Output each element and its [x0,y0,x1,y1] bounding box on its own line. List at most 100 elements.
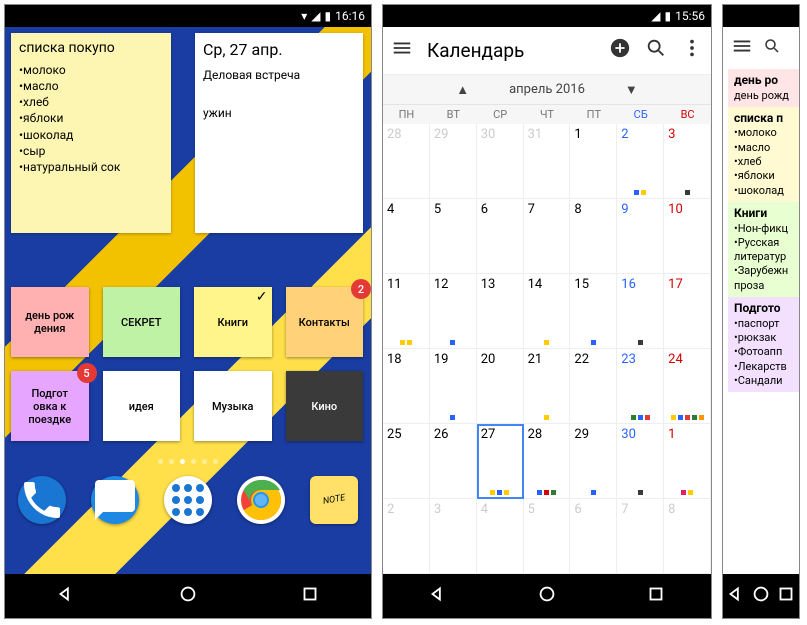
note-tile[interactable]: день рож дения [11,287,89,357]
note-tile[interactable]: Кино [286,371,364,441]
calendar-cell[interactable]: 5 [430,199,477,274]
calendar-cell[interactable]: 24 [664,349,711,424]
weekday-header: ПНВТСРЧТПТСБВС [383,105,711,124]
calendar-cell[interactable]: 14 [524,274,571,349]
note-item[interactable]: списка п•молоко•масло•хлеб•яблоки•шокола… [723,107,799,202]
badge: 5 [77,363,97,383]
add-icon[interactable] [609,37,631,64]
note-tile[interactable]: СЕКРЕТ [103,287,181,357]
overflow-icon[interactable] [681,37,703,64]
note-item[interactable]: Книги•Нон-фикц•Русскаялитератур•Зарубежн… [723,202,799,297]
calendar-cell[interactable]: 29 [430,124,477,199]
note-tile[interactable]: Контакты2 [286,287,364,357]
nav-back-icon[interactable] [55,583,77,609]
day-number: 5 [528,502,570,517]
calendar-cell[interactable]: 28 [383,124,430,199]
calendar-cell[interactable]: 1 [570,124,617,199]
prev-month-icon[interactable]: ▲ [456,82,469,98]
calendar-cell[interactable]: 5 [524,499,571,574]
messages-app-icon[interactable] [91,476,139,524]
signal-icon: ◢ [651,9,660,23]
home-screen[interactable]: списка покупо •молоко•масло•хлеб•яблоки•… [5,27,371,574]
calendar-cell[interactable]: 9 [617,199,664,274]
note-tile[interactable]: Книги✓ [194,287,272,357]
note-line: день рожд [734,89,795,103]
calendar-cell[interactable]: 6 [477,199,524,274]
calendar-cell[interactable]: 22 [570,349,617,424]
calendar-cell[interactable]: 11 [383,274,430,349]
nav-back-icon[interactable] [427,583,449,609]
nav-home-icon[interactable] [750,583,772,609]
status-bar [723,5,799,27]
calendar-cell[interactable]: 21 [524,349,571,424]
calendar-cell[interactable]: 4 [383,199,430,274]
nav-recent-icon[interactable] [299,583,321,609]
day-number: 8 [668,502,710,517]
calendar-cell[interactable]: 13 [477,274,524,349]
nav-back-icon[interactable] [725,583,747,609]
calendar-cell[interactable]: 3 [664,124,711,199]
calendar-cell[interactable]: 26 [430,424,477,499]
calendar-cell[interactable]: 30 [617,424,664,499]
weekday-label: ПТ [570,108,617,121]
widget-shopping-note[interactable]: списка покупо •молоко•масло•хлеб•яблоки•… [11,33,171,233]
phone-app-icon[interactable] [18,476,66,524]
calendar-cell[interactable]: 7 [524,199,571,274]
menu-icon[interactable] [391,37,413,64]
calendar-cell[interactable]: 8 [570,199,617,274]
calendar-cell[interactable]: 28 [524,424,571,499]
calendar-cell[interactable]: 1 [664,424,711,499]
menu-icon[interactable] [731,35,753,61]
nav-home-icon[interactable] [536,583,558,609]
calendar-cell[interactable]: 20 [477,349,524,424]
calendar-cell[interactable]: 30 [477,124,524,199]
app-bar [723,27,799,69]
calendar-cell[interactable]: 29 [570,424,617,499]
calendar-cell[interactable]: 15 [570,274,617,349]
next-month-icon[interactable]: ▼ [625,82,638,98]
note-line: •Фотоапп [734,345,795,359]
status-bar: ◢ ▮ 15:56 [383,5,711,27]
calendar-cell[interactable]: 6 [570,499,617,574]
page-indicator[interactable] [5,459,371,464]
calendar-cell[interactable]: 18 [383,349,430,424]
search-icon[interactable] [763,37,781,59]
day-number: 8 [574,202,616,217]
note-item[interactable]: Подгото•паспорт•рюкзак•Фотоапп•Лекарств•… [723,297,799,392]
event-dots [664,415,710,420]
calendar-cell[interactable]: 23 [617,349,664,424]
calendar-cell[interactable]: 16 [617,274,664,349]
nav-bar [383,574,711,618]
calendar-cell[interactable]: 12 [430,274,477,349]
calendar-cell[interactable]: 2 [617,124,664,199]
search-icon[interactable] [645,37,667,64]
note-item[interactable]: день родень рожд [723,69,799,107]
calendar-cell[interactable]: 31 [524,124,571,199]
calendar-cell[interactable]: 27 [477,424,524,499]
calendar-cell[interactable]: 17 [664,274,711,349]
calendar-cell[interactable]: 3 [430,499,477,574]
calendar-cell[interactable]: 8 [664,499,711,574]
chrome-app-icon[interactable] [237,476,285,524]
app-drawer-icon[interactable] [164,476,212,524]
nav-recent-icon[interactable] [645,583,667,609]
calendar-cell[interactable]: 10 [664,199,711,274]
note-tile[interactable]: Музыка [194,371,272,441]
calendar-cell[interactable]: 19 [430,349,477,424]
day-number: 26 [434,427,476,442]
calendar-cell[interactable]: 2 [383,499,430,574]
widget-today-note[interactable]: Ср, 27 апр. Деловая встреча ужин [195,33,363,233]
notes-app-icon[interactable]: NOTE [310,476,358,524]
note-tile[interactable]: идея [103,371,181,441]
day-number: 7 [621,502,663,517]
calendar-cell[interactable]: 4 [477,499,524,574]
nav-home-icon[interactable] [177,583,199,609]
note-tile[interactable]: Подгот овка к поездке5 [11,371,89,441]
day-number: 31 [528,127,570,142]
calendar-cell[interactable]: 25 [383,424,430,499]
month-selector[interactable]: ▲ апрель 2016 ▼ [383,75,711,105]
calendar-cell[interactable]: 7 [617,499,664,574]
nav-recent-icon[interactable] [775,583,797,609]
shopping-item: •яблоки [19,110,163,126]
badge: 2 [351,279,371,299]
